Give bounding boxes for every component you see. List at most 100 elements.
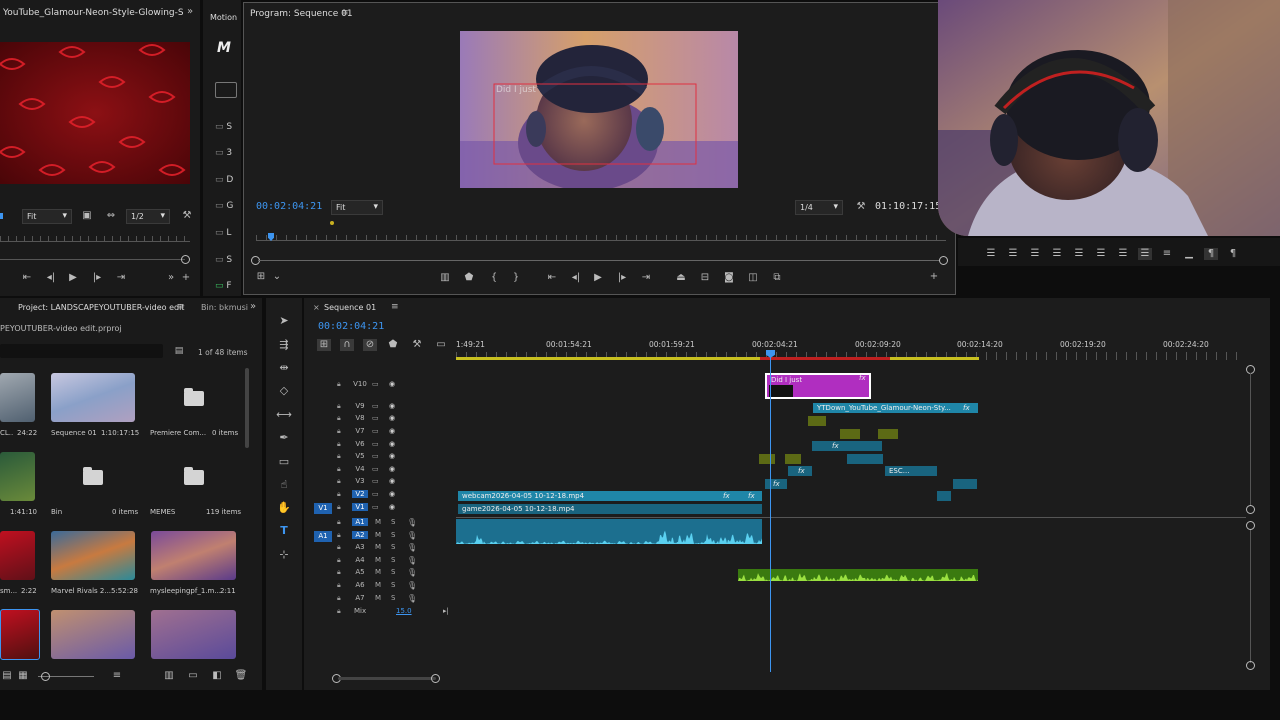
audio-track-header[interactable]: 🔒︎ A7 M S 🎙︎ <box>306 594 456 606</box>
essential-graphics-item[interactable]: ▭ F <box>215 281 241 293</box>
rectangle-tool-icon[interactable]: ▭ <box>276 455 292 469</box>
video-track-header[interactable]: 🔒︎ V6 ▭ ◉ <box>306 440 456 452</box>
clip-v7-olive-a[interactable] <box>840 429 860 439</box>
list-view-icon[interactable]: ▤ <box>0 670 14 682</box>
program-resolution-dropdown[interactable]: 1/4 <box>795 200 843 215</box>
microphone-icon[interactable]: 🎙︎ <box>407 518 417 527</box>
close-icon[interactable]: × <box>313 303 320 312</box>
wrench-icon[interactable]: ⚒ <box>410 339 424 351</box>
thumb-clip-red-selected[interactable] <box>0 609 40 660</box>
auto-reframe-tool-icon[interactable]: ⊹ <box>276 548 292 562</box>
audio-track-header[interactable]: 🔒︎ A4 M S 🎙︎ <box>306 556 456 568</box>
nest-sequence-icon[interactable]: ⊞ <box>317 339 331 351</box>
hand-tool-icon[interactable]: ☝ <box>276 478 292 492</box>
thumb-clip-green[interactable] <box>0 452 35 501</box>
timeline-vscroll-bottom[interactable] <box>1246 661 1255 670</box>
audio-track-header[interactable]: 🔒︎ A3 M S 🎙︎ <box>306 543 456 555</box>
mark-in-brace-icon[interactable]: { <box>487 272 501 284</box>
lock-icon[interactable]: 🔒︎ <box>337 503 341 512</box>
eye-icon[interactable]: ◉ <box>389 414 395 422</box>
thumb-sequence-01[interactable] <box>51 373 135 422</box>
video-track-header[interactable]: 🔒︎ V8 ▭ ◉ <box>306 414 456 426</box>
track-label[interactable]: A6 <box>352 581 368 589</box>
eye-icon[interactable]: ◉ <box>389 477 395 485</box>
mute-button[interactable]: M <box>375 518 381 526</box>
track-label[interactable]: A4 <box>352 556 368 564</box>
mute-button[interactable]: M <box>375 543 381 551</box>
track-label[interactable]: A2 <box>352 531 368 539</box>
mark-out-icon[interactable]: ⇥ <box>114 272 128 284</box>
tab-menu-icon[interactable]: » <box>187 6 193 17</box>
add-marker-icon[interactable]: ⬟ <box>462 272 476 284</box>
sync-lock-icon[interactable]: ▭ <box>372 477 379 485</box>
program-title-overlay[interactable]: Did I just <box>496 85 536 95</box>
lock-icon[interactable]: 🔒︎ <box>337 427 341 436</box>
clip-v5-olive-b[interactable] <box>785 454 801 464</box>
align-left-icon[interactable]: ☰ <box>984 248 998 260</box>
sort-icon[interactable]: ≡ <box>110 670 124 682</box>
sync-lock-icon[interactable]: ▭ <box>372 440 379 448</box>
eye-icon[interactable]: ◉ <box>389 490 395 498</box>
folder-icon[interactable] <box>83 467 103 485</box>
solo-button[interactable]: S <box>391 581 395 589</box>
solo-button[interactable]: S <box>391 568 395 576</box>
mute-button[interactable]: M <box>375 581 381 589</box>
tab-motion[interactable]: Motion <box>210 13 237 22</box>
program-time-ruler[interactable] <box>256 235 946 241</box>
audio-track-header[interactable]: 🔒︎ A5 M S 🎙︎ <box>306 568 456 580</box>
sync-lock-icon[interactable]: ▭ <box>372 380 379 388</box>
essential-graphics-item[interactable]: ▭ D <box>215 175 241 187</box>
step-forward-icon[interactable]: |▸ <box>90 272 104 284</box>
program-tab-title[interactable]: Program: Sequence 01 <box>250 9 353 19</box>
mute-button[interactable]: M <box>375 556 381 564</box>
icon-view-icon[interactable]: ▦ <box>16 670 30 682</box>
align-center-icon[interactable]: ☰ <box>1006 248 1020 260</box>
source-tab-title[interactable]: YouTube_Glamour-Neon-Style-Glowing-Sexy-… <box>3 8 183 18</box>
clip-v4-esc[interactable]: ESC... <box>885 466 937 476</box>
timeline-vscroll-audio-top[interactable] <box>1246 521 1255 530</box>
lock-icon[interactable]: 🔒︎ <box>337 556 341 565</box>
project-scrollbar[interactable] <box>245 368 249 448</box>
timeline-vscroll-track[interactable] <box>1250 373 1251 506</box>
video-track-header[interactable]: 🔒︎ V3 ▭ ◉ <box>306 477 456 489</box>
solo-button[interactable]: S <box>391 543 395 551</box>
eye-icon[interactable]: ◉ <box>389 440 395 448</box>
sync-lock-icon[interactable]: ▭ <box>372 427 379 435</box>
lock-icon[interactable]: 🔒︎ <box>337 568 341 577</box>
camera-export-icon[interactable]: ◙ <box>722 272 736 284</box>
microphone-icon[interactable]: 🎙︎ <box>407 531 417 540</box>
eye-icon[interactable]: ◉ <box>389 427 395 435</box>
microphone-icon[interactable]: 🎙︎ <box>407 543 417 552</box>
track-label[interactable]: V7 <box>352 427 368 435</box>
folder-icon[interactable] <box>215 82 237 98</box>
timeline-vscroll-audio-track[interactable] <box>1250 530 1251 663</box>
zoom-slider-handle[interactable] <box>41 672 50 681</box>
source-fit-dropdown[interactable]: Fit <box>22 209 72 224</box>
timeline-vscroll-mid[interactable] <box>1246 505 1255 514</box>
track-label[interactable]: V1 <box>352 503 368 511</box>
video-track-header[interactable]: 🔒︎ V4 ▭ ◉ <box>306 465 456 477</box>
track-label[interactable]: V5 <box>352 452 368 460</box>
program-fit-dropdown[interactable]: Fit <box>331 200 383 215</box>
microphone-icon[interactable]: 🎙︎ <box>407 568 417 577</box>
slip-tool-icon[interactable]: ⟷ <box>276 408 292 422</box>
track-label[interactable]: V10 <box>352 380 368 388</box>
track-label[interactable]: A3 <box>352 543 368 551</box>
new-bin-icon[interactable]: ▤ <box>172 345 186 357</box>
captions-icon[interactable]: ▭ <box>434 339 448 351</box>
justify-center-icon[interactable]: ☰ <box>1072 248 1086 260</box>
solo-button[interactable]: S <box>391 531 395 539</box>
tab-menu-icon[interactable]: ≡ <box>177 302 185 312</box>
snap-icon[interactable]: ∩ <box>340 339 354 351</box>
timeline-hscroll-right[interactable] <box>431 674 440 683</box>
new-bin-icon[interactable]: ▭ <box>186 670 200 682</box>
justify-all-icon[interactable]: ☰ <box>1116 248 1130 260</box>
more-controls-icon[interactable]: » <box>164 272 178 284</box>
essential-graphics-item[interactable]: ▭ S <box>215 122 241 134</box>
video-track-header[interactable]: 🔒︎ V7 ▭ ◉ <box>306 427 456 439</box>
solo-button[interactable]: S <box>391 518 395 526</box>
thumb-marvel-rivals[interactable] <box>51 531 135 580</box>
new-item-icon[interactable]: ◧ <box>210 670 224 682</box>
microphone-icon[interactable]: 🎙︎ <box>407 594 417 603</box>
tab-menu-icon[interactable]: ≡ <box>341 8 349 18</box>
